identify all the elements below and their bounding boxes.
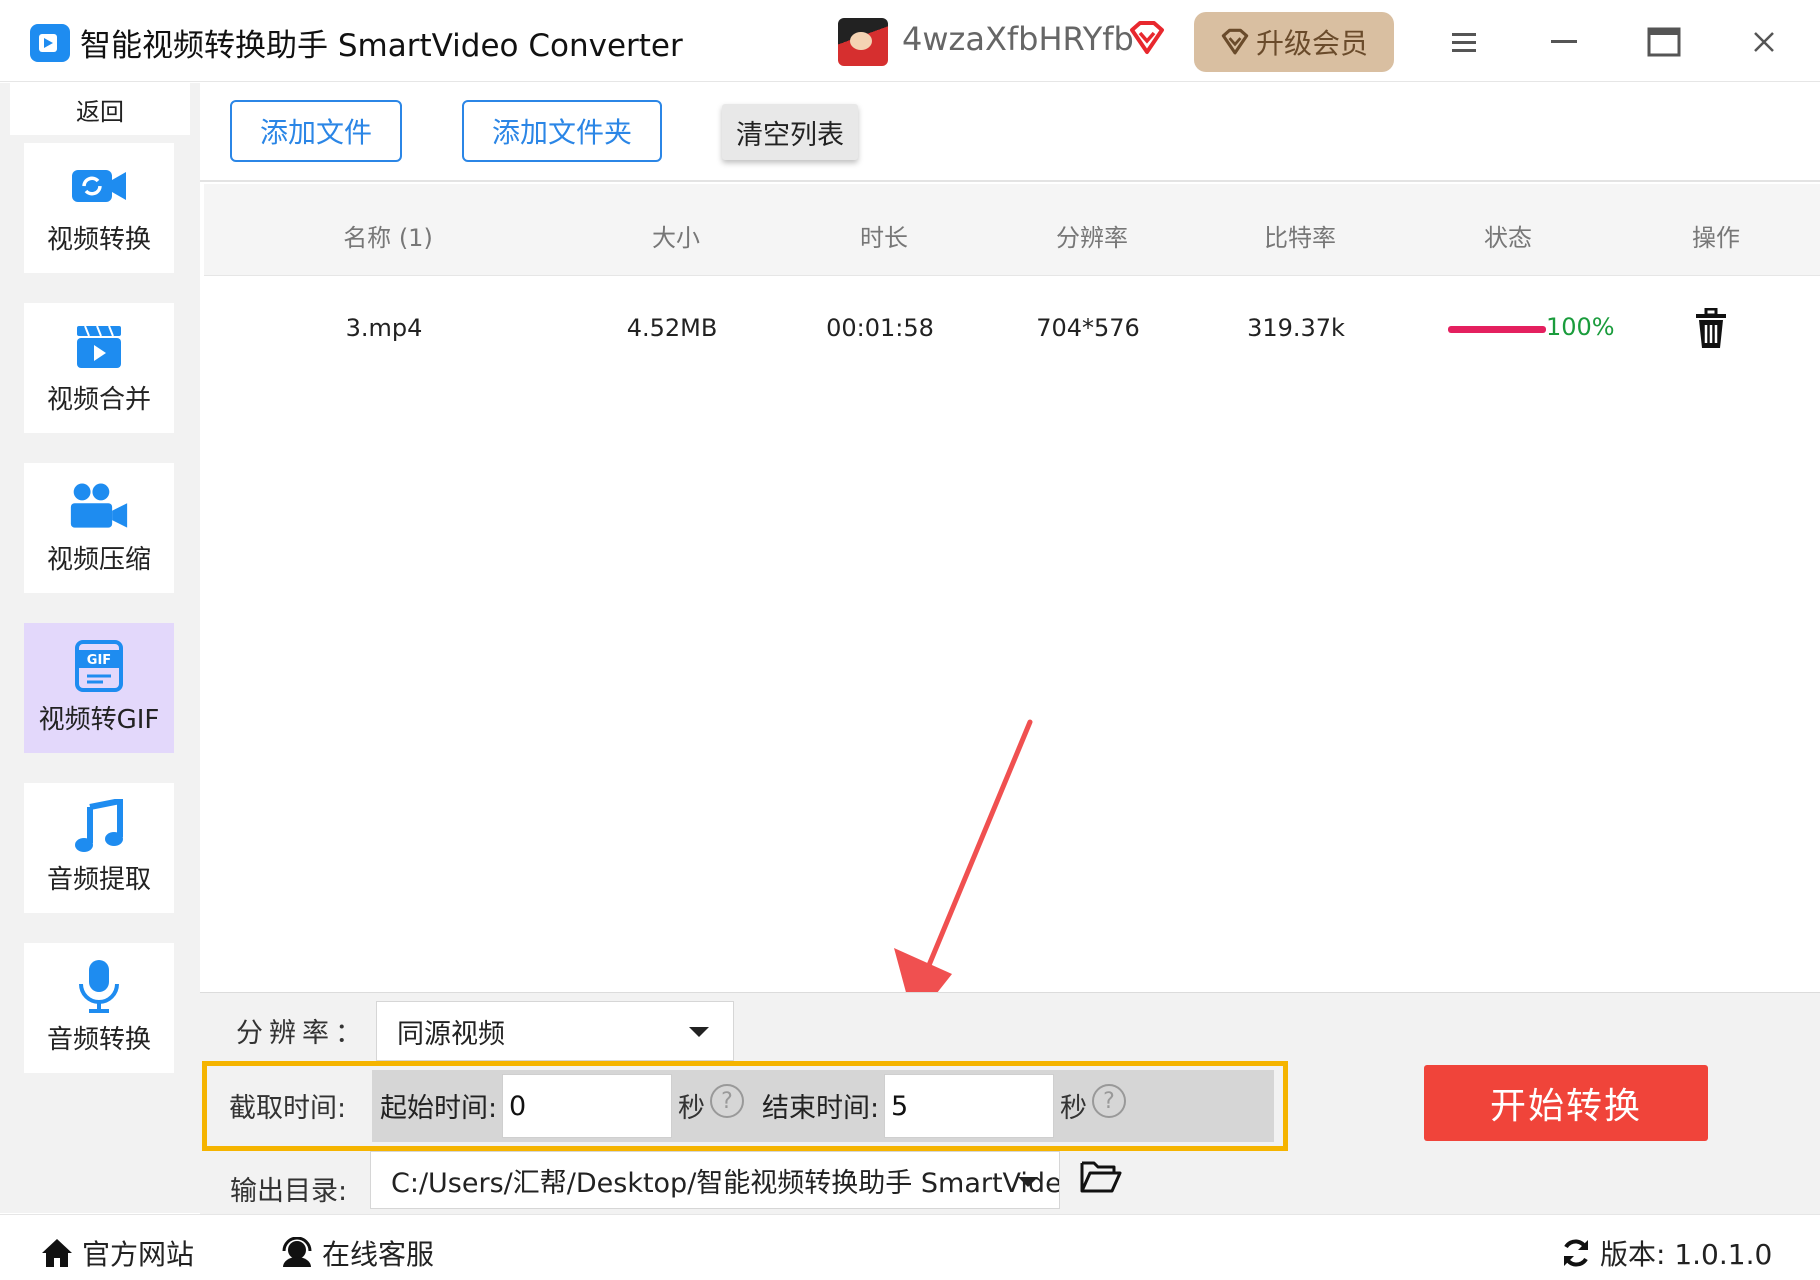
app-logo-icon <box>30 24 70 62</box>
video-merge-icon <box>69 321 129 371</box>
menu-button[interactable] <box>1442 20 1486 64</box>
clear-list-button[interactable]: 清空列表 <box>722 104 858 160</box>
headset-icon <box>282 1237 312 1267</box>
avatar[interactable] <box>838 18 888 66</box>
output-dir-label: 输出目录: <box>230 1176 348 1207</box>
cell-resolution: 704*576 <box>1036 314 1140 342</box>
home-icon <box>42 1239 72 1267</box>
progress-text: 100% <box>1546 313 1615 341</box>
cell-bitrate: 319.37k <box>1247 314 1345 342</box>
title-bar: 智能视频转换助手 SmartVideo Converter 4wzaXfbHRY… <box>0 0 1820 82</box>
gif-icon: GIF <box>69 639 129 692</box>
sidebar-item-video-convert[interactable]: 视频转换 <box>24 143 174 273</box>
column-header-duration[interactable]: 时长 <box>860 218 908 253</box>
column-header-action: 操作 <box>1692 224 1740 252</box>
start-time-input[interactable]: 0 <box>502 1074 672 1138</box>
minimize-icon <box>1551 40 1577 43</box>
cell-name: 3.mp4 <box>345 314 423 342</box>
diamond-icon <box>1221 28 1249 55</box>
music-note-icon <box>69 798 129 852</box>
online-support-label: 在线客服 <box>322 1238 435 1271</box>
footer: 官方网站 在线客服 版本: 1.0.1.0 <box>0 1214 1820 1280</box>
maximize-button[interactable] <box>1642 20 1686 64</box>
column-header-bitrate[interactable]: 比特率 <box>1264 218 1336 253</box>
start-time-unit: 秒 <box>678 1093 705 1124</box>
end-time-label: 结束时间: <box>762 1093 880 1124</box>
column-header-resolution[interactable]: 分辨率 <box>1056 218 1128 253</box>
help-icon[interactable]: ? <box>710 1084 744 1118</box>
start-time-label: 起始时间: <box>380 1093 498 1124</box>
resolution-label: 分辨率： <box>236 1018 368 1049</box>
table-header: 名称 (1) 大小 时长 分辨率 比特率 状态 操作 <box>204 184 1820 276</box>
official-website-link[interactable]: 官方网站 <box>40 1233 194 1273</box>
clip-time-label: 截取时间: <box>229 1093 347 1124</box>
sidebar-item-video-compress[interactable]: 视频压缩 <box>24 463 174 593</box>
add-folder-button[interactable]: 添加文件夹 <box>462 100 662 162</box>
close-button[interactable] <box>1742 20 1786 64</box>
column-header-name[interactable]: 名称 (1) <box>343 218 433 253</box>
chevron-down-icon <box>689 1027 709 1037</box>
app-title: 智能视频转换助手 SmartVideo Converter <box>80 28 683 64</box>
refresh-icon <box>1564 1239 1588 1267</box>
sidebar-item-label: 音频提取 <box>46 864 151 895</box>
sidebar-item-audio-extract[interactable]: 音频提取 <box>24 783 174 913</box>
microphone-icon <box>69 959 129 1013</box>
upgrade-label: 升级会员 <box>1255 27 1368 60</box>
video-compress-icon <box>69 481 129 531</box>
progress-bar <box>1448 326 1546 333</box>
sidebar-item-video-merge[interactable]: 视频合并 <box>24 303 174 433</box>
output-dir-value: C:/Users/汇帮/Desktop/智能视频转换助手 SmartVideo … <box>391 1167 1060 1199</box>
folder-open-icon[interactable] <box>1080 1159 1122 1195</box>
official-website-label: 官方网站 <box>82 1238 195 1271</box>
upgrade-vip-button[interactable]: 升级会员 <box>1194 12 1394 72</box>
sidebar-item-audio-convert[interactable]: 音频转换 <box>24 943 174 1073</box>
annotation-arrow <box>894 719 1033 1022</box>
help-icon[interactable]: ? <box>1092 1084 1126 1118</box>
video-convert-icon <box>69 161 129 211</box>
trash-icon[interactable] <box>1694 308 1728 350</box>
cell-duration: 00:01:58 <box>826 314 934 342</box>
sidebar-item-label: 视频合并 <box>46 384 151 415</box>
sidebar-item-label: 音频转换 <box>46 1024 151 1055</box>
vip-diamond-icon <box>1130 21 1164 54</box>
chevron-down-icon[interactable] <box>1018 1177 1038 1187</box>
resolution-value: 同源视频 <box>397 1018 505 1050</box>
version-info[interactable]: 版本: 1.0.1.0 <box>1560 1233 1772 1273</box>
end-time-input[interactable]: 5 <box>884 1074 1054 1138</box>
sidebar: 返回 视频转换 视频合并 视频压缩 GIF 视频转GIF 音频提取 音频转换 <box>0 83 200 1213</box>
sidebar-item-label: 视频转换 <box>46 224 151 255</box>
online-support-link[interactable]: 在线客服 <box>280 1233 434 1273</box>
back-button[interactable]: 返回 <box>10 83 190 135</box>
cell-size: 4.52MB <box>626 314 718 342</box>
column-header-status[interactable]: 状态 <box>1484 218 1532 253</box>
start-convert-button[interactable]: 开始转换 <box>1424 1065 1708 1141</box>
output-dir-select[interactable]: C:/Users/汇帮/Desktop/智能视频转换助手 SmartVideo … <box>370 1151 1060 1209</box>
close-icon <box>1754 32 1774 52</box>
settings-panel: 分辨率： 同源视频 截取时间: 起始时间: 0 秒 ? 结束时间: 5 秒 ? … <box>200 992 1820 1214</box>
version-label: 版本: 1.0.1.0 <box>1600 1238 1773 1271</box>
username: 4wzaXfbHRYfb <box>902 20 1134 58</box>
end-time-unit: 秒 <box>1060 1093 1087 1124</box>
sidebar-item-label: 视频压缩 <box>46 544 151 575</box>
resolution-select[interactable]: 同源视频 <box>376 1001 734 1061</box>
column-header-size[interactable]: 大小 <box>652 218 700 253</box>
minimize-button[interactable] <box>1542 20 1586 64</box>
svg-text:GIF: GIF <box>87 653 111 668</box>
sidebar-item-video-to-gif[interactable]: GIF 视频转GIF <box>24 623 174 753</box>
clip-time-highlight: 截取时间: 起始时间: 0 秒 ? 结束时间: 5 秒 ? <box>202 1061 1288 1151</box>
menu-icon <box>1452 33 1476 52</box>
maximize-icon <box>1647 27 1681 57</box>
clip-time-group: 起始时间: 0 秒 ? 结束时间: 5 秒 ? <box>372 1070 1274 1142</box>
add-file-button[interactable]: 添加文件 <box>230 100 402 162</box>
sidebar-item-label: 视频转GIF <box>38 704 160 735</box>
